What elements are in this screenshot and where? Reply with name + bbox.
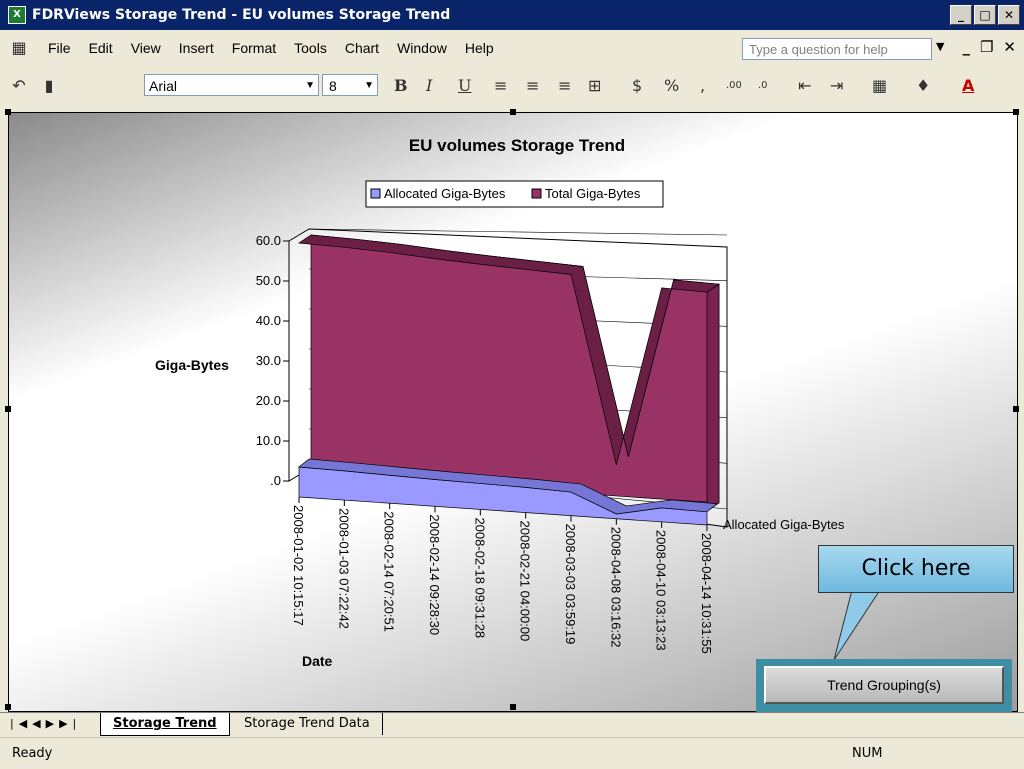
x-tick-label: 2008-04-14 10:31:55 bbox=[699, 533, 714, 654]
bold-button[interactable]: B bbox=[394, 76, 408, 95]
font-size-value: 8 bbox=[329, 78, 337, 94]
legend-swatch-allocated bbox=[370, 188, 381, 199]
menu-view[interactable]: View bbox=[131, 40, 161, 56]
click-here-callout: Click here bbox=[818, 545, 1014, 593]
underline-button[interactable]: U bbox=[458, 76, 471, 95]
chevron-down-icon: ▼ bbox=[305, 80, 315, 91]
selection-handle[interactable] bbox=[510, 704, 516, 710]
font-name-value: Arial bbox=[149, 78, 178, 94]
selection-handle[interactable] bbox=[5, 406, 11, 412]
selection-handle[interactable] bbox=[1013, 109, 1019, 115]
y-tick-label: 20.0 bbox=[256, 393, 281, 408]
currency-button[interactable]: $ bbox=[632, 76, 642, 95]
menu-file[interactable]: File bbox=[48, 40, 71, 56]
y-tick-label: 50.0 bbox=[256, 273, 281, 288]
doc-minimize-icon[interactable]: _ bbox=[962, 38, 970, 56]
x-tick-label: 2008-02-14 07:20:51 bbox=[382, 511, 397, 632]
x-tick-label: 2008-02-14 09:28:30 bbox=[427, 514, 442, 635]
y-tick-label: 30.0 bbox=[256, 353, 281, 368]
trend-grouping-button[interactable]: Trend Grouping(s) bbox=[764, 666, 1004, 704]
close-icon[interactable]: ✕ bbox=[998, 5, 1020, 25]
menu-help[interactable]: Help bbox=[465, 40, 494, 56]
menu-tools[interactable]: Tools bbox=[294, 40, 327, 56]
document-window-controls: _ ❐ ✕ bbox=[962, 38, 1016, 56]
menu-insert[interactable]: Insert bbox=[179, 40, 214, 56]
sheet-tab-storage-trend-data[interactable]: Storage Trend Data bbox=[232, 713, 383, 735]
selection-handle[interactable] bbox=[510, 109, 516, 115]
status-bar: Ready NUM bbox=[0, 737, 1024, 769]
plot-area: 60.0 50.0 40.0 30.0 20.0 10.0 .0 2008-01-02 10:… bbox=[256, 228, 728, 654]
menu-chart[interactable]: Chart bbox=[345, 40, 379, 56]
legend-label-total: Total Giga-Bytes bbox=[545, 186, 641, 201]
x-tick-label: 2008-04-10 03:13:23 bbox=[654, 530, 669, 651]
doc-close-icon[interactable]: ✕ bbox=[1003, 38, 1016, 56]
italic-button[interactable]: I bbox=[426, 76, 432, 95]
window-controls: _ □ ✕ bbox=[950, 5, 1020, 25]
selection-handle[interactable] bbox=[5, 704, 11, 710]
align-right-icon[interactable]: ≡ bbox=[558, 76, 571, 95]
font-size-select[interactable]: 8 ▼ bbox=[322, 74, 378, 96]
help-search-input[interactable]: Type a question for help bbox=[742, 38, 932, 60]
font-name-select[interactable]: Arial ▼ bbox=[144, 74, 319, 96]
align-center-icon[interactable]: ≡ bbox=[526, 76, 539, 95]
x-tick-label: 2008-01-02 10:15:17 bbox=[291, 505, 306, 626]
percent-button[interactable]: % bbox=[664, 76, 679, 95]
workbook-icon[interactable]: ▦ bbox=[8, 37, 30, 59]
menu-edit[interactable]: Edit bbox=[89, 40, 113, 56]
x-axis-title: Date bbox=[302, 653, 333, 669]
font-color-button[interactable]: A bbox=[962, 76, 974, 95]
y-tick-label: 40.0 bbox=[256, 313, 281, 328]
x-tick-label: 2008-03-03 03:59:19 bbox=[563, 524, 578, 645]
maximize-icon[interactable]: □ bbox=[974, 5, 996, 25]
selection-handle[interactable] bbox=[1013, 406, 1019, 412]
fill-color-icon[interactable]: ♦ bbox=[916, 76, 930, 95]
num-lock-indicator: NUM bbox=[852, 746, 883, 761]
x-tick-label: 2008-04-08 03:16:32 bbox=[608, 527, 623, 648]
comma-button[interactable]: , bbox=[700, 76, 705, 95]
callout-pointer bbox=[833, 589, 881, 661]
trend-grouping-panel: Trend Grouping(s) bbox=[756, 659, 1012, 713]
chevron-down-icon: ▼ bbox=[364, 80, 374, 91]
align-left-icon[interactable]: ≡ bbox=[494, 76, 507, 95]
increase-decimal-button[interactable]: .00 bbox=[726, 80, 742, 91]
decrease-indent-icon[interactable]: ⇤ bbox=[798, 76, 811, 95]
undo-icon[interactable]: ↶ bbox=[8, 75, 30, 97]
sheet-tabs-bar: |◀◀▶▶| Storage Trend Storage Trend Data bbox=[0, 712, 1024, 737]
sheet-nav-arrows[interactable]: |◀◀▶▶| bbox=[10, 717, 81, 730]
chart-legend[interactable]: Allocated Giga-Bytes Total Giga-Bytes bbox=[365, 180, 664, 208]
chart-title: EU volumes Storage Trend bbox=[409, 136, 625, 155]
menu-window[interactable]: Window bbox=[397, 40, 447, 56]
increase-indent-icon[interactable]: ⇥ bbox=[830, 76, 843, 95]
total-series-side bbox=[706, 283, 720, 512]
y-tick-label: .0 bbox=[270, 473, 281, 488]
decrease-decimal-button[interactable]: .0 bbox=[758, 80, 768, 91]
excel-app-icon[interactable]: X bbox=[8, 6, 26, 24]
x-tick-label: 2008-02-18 09:31:28 bbox=[472, 517, 487, 638]
chart-wizard-icon[interactable]: ▮ bbox=[38, 75, 60, 97]
borders-icon[interactable]: ▦ bbox=[872, 76, 887, 95]
y-axis-title: Giga-Bytes bbox=[155, 357, 229, 373]
legend-swatch-total bbox=[531, 188, 542, 199]
y-tick-label: 10.0 bbox=[256, 433, 281, 448]
doc-restore-icon[interactable]: ❐ bbox=[980, 38, 993, 56]
window-title: FDRViews Storage Trend - EU volumes Stor… bbox=[32, 7, 451, 23]
minimize-icon[interactable]: _ bbox=[950, 5, 972, 25]
depth-axis-label: Allocated Giga-Bytes bbox=[723, 517, 845, 532]
x-tick-label: 2008-02-21 04:00:00 bbox=[518, 521, 533, 642]
menu-format[interactable]: Format bbox=[232, 40, 276, 56]
selection-handle[interactable] bbox=[5, 109, 11, 115]
merge-center-icon[interactable]: ⊞ bbox=[588, 76, 601, 95]
x-tick-label: 2008-01-03 07:22:42 bbox=[336, 508, 351, 629]
legend-label-allocated: Allocated Giga-Bytes bbox=[384, 186, 506, 201]
title-bar: X FDRViews Storage Trend - EU volumes St… bbox=[0, 0, 1024, 30]
status-text: Ready bbox=[12, 746, 53, 761]
help-dropdown-icon[interactable]: ▼ bbox=[936, 40, 944, 53]
sheet-tab-storage-trend[interactable]: Storage Trend bbox=[100, 713, 230, 736]
y-tick-label: 60.0 bbox=[256, 233, 281, 248]
